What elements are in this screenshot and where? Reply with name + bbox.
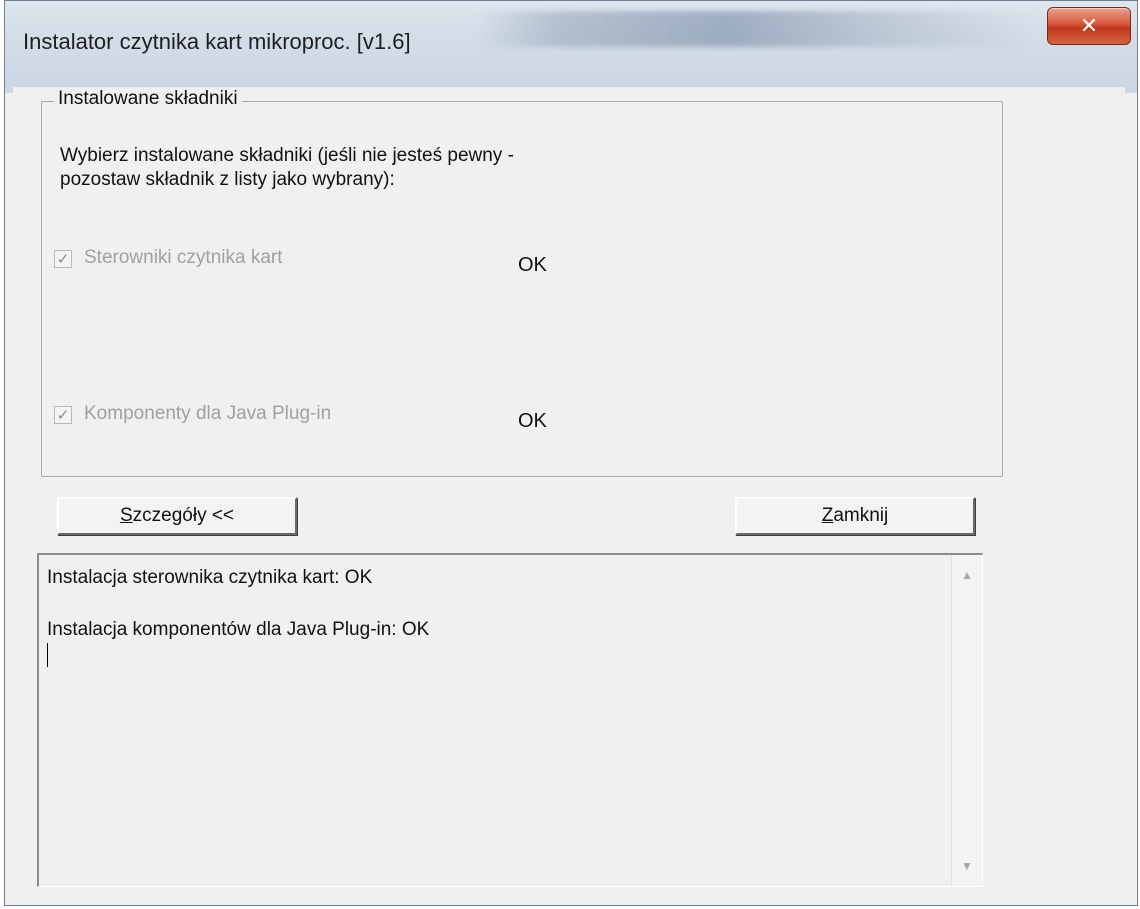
log-line: Instalacja komponentów dla Java Plug-in:… (47, 619, 430, 640)
close-label: amknij (833, 505, 889, 526)
text-caret (47, 643, 48, 667)
close-accelerator: Z (821, 505, 834, 526)
status-java-plugin: OK (518, 410, 547, 432)
installation-log[interactable]: Instalacja sterownika czytnika kart: OK I… (37, 553, 983, 887)
checkmark-icon: ✓ (56, 406, 70, 424)
details-accelerator: S (119, 505, 133, 526)
groupbox-legend: Instalowane składniki (54, 88, 242, 110)
scroll-down-arrow-icon[interactable]: ▼ (952, 854, 982, 878)
close-button[interactable]: Zamknij (735, 497, 975, 535)
dialog-client-area: Instalowane składniki Wybierz instalowan… (13, 87, 1125, 899)
checkbox-label-drivers: Sterowniki czytnika kart (84, 247, 283, 268)
installer-window: Instalator czytnika kart mikroproc. [v1.… (4, 0, 1138, 906)
details-button[interactable]: Szczegóły << (57, 497, 297, 535)
checkmark-icon: ✓ (56, 250, 70, 268)
close-icon: ✕ (1079, 13, 1099, 39)
instructions-line-1: Wybierz instalowane składniki (jeśli nie… (60, 145, 514, 166)
log-text: Instalacja sterownika czytnika kart: OK I… (47, 565, 429, 643)
window-title: Instalator czytnika kart mikroproc. [v1.… (23, 29, 411, 54)
title-bar-background-blur (475, 11, 1035, 47)
status-drivers: OK (518, 254, 547, 276)
log-line: Instalacja sterownika czytnika kart: OK (47, 567, 373, 588)
checkbox-drivers[interactable]: ✓ (54, 250, 72, 268)
log-scrollbar[interactable]: ▲ ▼ (951, 555, 982, 886)
components-groupbox: Instalowane składniki Wybierz instalowan… (41, 88, 1003, 477)
details-label: zczegóły << (132, 505, 235, 526)
scroll-up-arrow-icon[interactable]: ▲ (952, 563, 982, 587)
checkbox-label-java-plugin: Komponenty dla Java Plug-in (84, 403, 332, 424)
instructions-line-2: pozostaw składnik z listy jako wybrany): (60, 169, 395, 190)
checkbox-java-plugin[interactable]: ✓ (54, 406, 72, 424)
title-bar[interactable]: Instalator czytnika kart mikroproc. [v1.… (5, 1, 1137, 93)
close-window-button[interactable]: ✕ (1047, 7, 1131, 45)
instructions-text: Wybierz instalowane składniki (jeśli nie… (60, 144, 760, 192)
